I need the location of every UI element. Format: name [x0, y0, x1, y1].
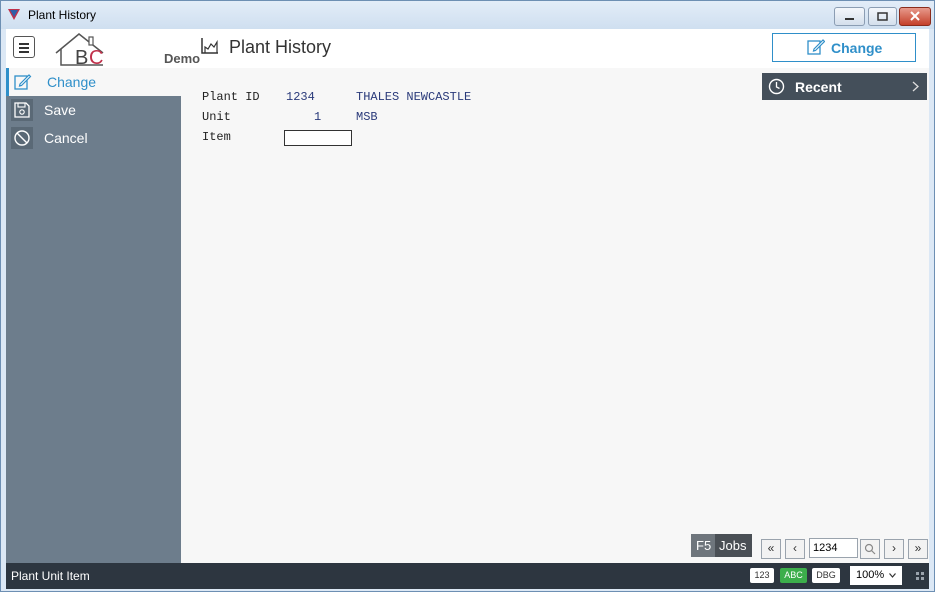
double-chevron-right-icon: » — [914, 541, 922, 555]
search-icon — [864, 543, 876, 555]
sidebar-item-cancel[interactable]: Cancel — [6, 124, 181, 152]
numeric-mode-badge[interactable]: 123 — [750, 568, 774, 583]
unit-label: Unit — [202, 110, 231, 124]
chevron-right-icon — [912, 81, 919, 92]
chart-icon — [201, 38, 218, 54]
first-record-button[interactable]: « — [761, 539, 781, 559]
minimize-button[interactable] — [834, 7, 865, 26]
sidebar-item-label: Change — [47, 74, 97, 90]
previous-record-button[interactable]: ‹ — [785, 539, 805, 559]
chevron-right-icon: › — [892, 541, 896, 555]
menu-button[interactable] — [13, 36, 35, 58]
cancel-icon — [11, 127, 33, 149]
restore-button[interactable] — [868, 7, 897, 26]
next-record-button[interactable]: › — [884, 539, 904, 559]
sidebar-item-label: Save — [44, 102, 76, 118]
title-bar: Plant History — [1, 1, 934, 29]
sidebar-item-label: Cancel — [44, 130, 88, 146]
house-logo-icon: B C — [55, 33, 104, 69]
sidebar-item-save[interactable]: Save — [6, 96, 181, 124]
sidebar-item-change[interactable]: Change — [6, 68, 181, 96]
jobs-button[interactable]: F5 Jobs — [691, 534, 752, 557]
pencil-icon — [11, 71, 33, 93]
double-chevron-left-icon: « — [767, 541, 775, 555]
status-bar: Plant Unit Item 123 ABC DBG 100% — [6, 563, 929, 589]
zoom-select[interactable]: 100% — [850, 566, 902, 585]
minimize-icon — [845, 18, 854, 20]
chevron-left-icon: ‹ — [793, 541, 797, 555]
last-record-button[interactable]: » — [908, 539, 928, 559]
change-button-label: Change — [831, 40, 883, 56]
app-window: Plant History B C Demo Plant History Cha… — [0, 0, 935, 592]
chevron-down-icon — [889, 573, 896, 578]
pencil-icon — [807, 39, 825, 55]
item-label: Item — [202, 130, 231, 144]
zoom-value: 100% — [856, 569, 885, 581]
sidebar: Change Save Cancel — [6, 68, 181, 563]
main-content: Plant ID 1234 THALES NEWCASTLE Unit 1 MS… — [181, 68, 929, 563]
search-record-button[interactable] — [860, 539, 880, 559]
jobs-shortcut-badge: F5 — [691, 534, 715, 557]
recent-label: Recent — [795, 79, 842, 95]
resize-grip-icon[interactable] — [916, 572, 924, 580]
app-logo-icon — [8, 9, 20, 20]
plant-id-value[interactable]: 1234 — [286, 90, 315, 104]
plant-description: THALES NEWCASTLE — [356, 90, 472, 104]
recent-button[interactable]: Recent — [762, 73, 927, 100]
page-title: Plant History — [229, 37, 332, 57]
item-input[interactable] — [284, 130, 352, 146]
floppy-icon — [11, 99, 33, 121]
svg-text:B: B — [75, 47, 88, 67]
jobs-label: Jobs — [719, 538, 747, 553]
unit-description: MSB — [356, 110, 378, 124]
debug-badge[interactable]: DBG — [812, 568, 840, 583]
unit-value[interactable]: 1 — [314, 110, 321, 124]
plant-id-label: Plant ID — [202, 90, 260, 104]
close-button[interactable] — [899, 7, 931, 26]
svg-text:C: C — [89, 47, 103, 67]
header: B C Demo Plant History Change — [6, 29, 929, 69]
record-input[interactable]: 1234 — [809, 538, 858, 558]
logo-text: Demo — [164, 51, 201, 66]
close-icon — [910, 11, 920, 21]
window-title: Plant History — [28, 8, 97, 22]
company-logo: B C Demo — [53, 31, 200, 69]
restore-icon — [877, 12, 888, 21]
clock-icon — [768, 78, 785, 95]
change-button[interactable]: Change — [772, 33, 916, 62]
text-mode-badge[interactable]: ABC — [780, 568, 807, 583]
status-text: Plant Unit Item — [11, 569, 90, 583]
